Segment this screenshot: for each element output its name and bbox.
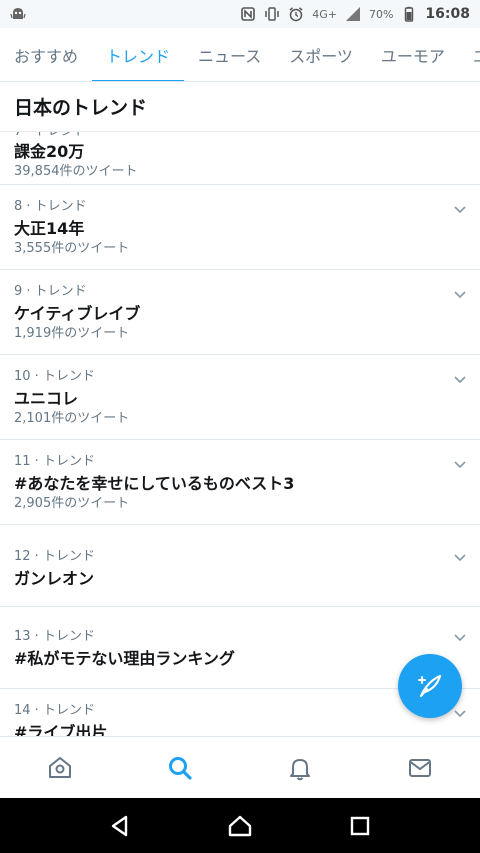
alarm-icon	[288, 6, 304, 22]
chevron-down-icon[interactable]	[452, 456, 468, 472]
mail-icon	[409, 758, 431, 777]
back-button[interactable]	[100, 806, 140, 846]
trend-tweet-count: 2,905件のツイート	[14, 496, 130, 511]
square-icon	[350, 816, 370, 835]
trend-item[interactable]: 8 · トレンド 大正14年 3,555件のツイート	[0, 185, 480, 270]
vibrate-icon	[264, 6, 280, 22]
home-icon	[49, 756, 71, 778]
network-type-label: 4G+	[312, 7, 337, 21]
trend-rank: 14 · トレンド	[14, 703, 95, 718]
home-button[interactable]	[220, 806, 260, 846]
explore-tabs: おすすめ トレンド ニュース スポーツ ユーモア エ	[0, 28, 480, 82]
trend-item[interactable]: 7 · トレンド 課金20万 39,854件のツイート	[0, 132, 480, 185]
chevron-down-icon[interactable]	[452, 201, 468, 217]
status-bar: 4G+ 70% 16:08	[0, 0, 480, 28]
tab-entertainment[interactable]: エ	[459, 28, 480, 81]
trend-rank: 12 · トレンド	[14, 549, 95, 564]
tab-news[interactable]: ニュース	[184, 28, 275, 81]
clock: 16:08	[425, 6, 470, 22]
trend-tweet-count: 39,854件のツイート	[14, 164, 138, 179]
tab-trends[interactable]: トレンド	[92, 28, 185, 81]
nfc-icon	[240, 6, 256, 22]
notification-app-icon	[10, 6, 26, 22]
bottom-navigation	[0, 736, 480, 798]
trend-rank: 7 · トレンド	[14, 132, 466, 140]
trend-rank: 10 · トレンド	[14, 369, 95, 384]
nav-notifications[interactable]	[270, 738, 330, 798]
trend-title: #私がモテない理由ランキング	[14, 649, 235, 668]
nav-home[interactable]	[30, 738, 90, 798]
trend-tweet-count: 1,919件のツイート	[14, 326, 130, 341]
trend-item[interactable]: 10 · トレンド ユニコレ 2,101件のツイート	[0, 355, 480, 440]
trend-list: 7 · トレンド 課金20万 39,854件のツイート 8 · トレンド 大正1…	[0, 132, 480, 736]
trend-title: #ライブ出片	[14, 723, 108, 736]
trend-title: ユニコレ	[14, 389, 79, 408]
signal-icon	[345, 6, 361, 22]
battery-percent: 70%	[368, 7, 394, 21]
trend-title: ガンレオン	[14, 569, 95, 588]
trend-title: 大正14年	[14, 219, 85, 238]
trend-title: ケイティブレイブ	[14, 304, 141, 323]
recents-button[interactable]	[340, 806, 380, 846]
bell-icon	[290, 758, 310, 780]
search-icon	[169, 756, 192, 780]
home-outline-icon	[228, 815, 252, 836]
trend-title: 課金20万	[14, 142, 85, 161]
trend-item[interactable]: 9 · トレンド ケイティブレイブ 1,919件のツイート	[0, 270, 480, 355]
compose-tweet-button[interactable]	[398, 654, 462, 718]
trend-rank: 9 · トレンド	[14, 284, 87, 299]
chevron-down-icon[interactable]	[452, 371, 468, 387]
nav-search[interactable]	[150, 738, 210, 798]
chevron-down-icon[interactable]	[452, 132, 468, 134]
chevron-down-icon[interactable]	[452, 549, 468, 565]
battery-icon	[401, 6, 417, 22]
chevron-down-icon[interactable]	[452, 629, 468, 645]
nav-messages[interactable]	[390, 738, 450, 798]
tab-sports[interactable]: スポーツ	[275, 28, 367, 81]
tab-humor[interactable]: ユーモア	[367, 28, 459, 81]
trend-rank: 8 · トレンド	[14, 199, 87, 214]
back-triangle-icon	[111, 815, 128, 836]
page-title: 日本のトレンド	[0, 82, 480, 132]
trend-rank: 11 · トレンド	[14, 454, 95, 469]
trend-rank: 13 · トレンド	[14, 629, 95, 644]
chevron-down-icon[interactable]	[452, 286, 468, 302]
trend-item[interactable]: 12 · トレンド ガンレオン	[0, 525, 480, 607]
trend-tweet-count: 2,101件のツイート	[14, 411, 130, 426]
trend-tweet-count: 3,555件のツイート	[14, 241, 130, 256]
chevron-down-icon[interactable]	[452, 705, 468, 721]
compose-quill-icon	[418, 674, 442, 698]
system-navigation-bar	[0, 798, 480, 853]
trend-item[interactable]: 11 · トレンド #あなたを幸せにしているものベスト3 2,905件のツイート	[0, 440, 480, 525]
tab-recommended[interactable]: おすすめ	[0, 28, 92, 81]
trend-title: #あなたを幸せにしているものベスト3	[14, 474, 295, 493]
